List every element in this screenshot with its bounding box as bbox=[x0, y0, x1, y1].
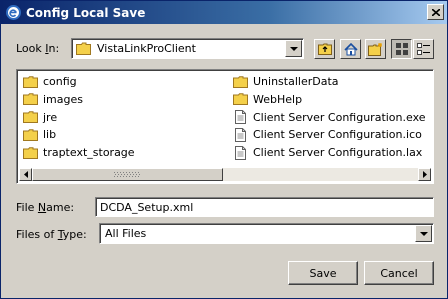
file-item[interactable]: Client Server Configuration.exe bbox=[232, 109, 426, 126]
cancel-button[interactable]: Cancel bbox=[364, 261, 434, 285]
file-list[interactable]: config images jre lib traptext_storage Uninst… bbox=[16, 69, 434, 184]
folder-icon bbox=[22, 75, 38, 89]
arrow-right-icon bbox=[422, 171, 427, 178]
item-label: traptext_storage bbox=[43, 146, 135, 160]
item-label: lib bbox=[43, 128, 57, 142]
item-label: config bbox=[43, 75, 77, 88]
file-icon bbox=[232, 110, 248, 125]
item-label: images bbox=[43, 92, 83, 106]
scroll-right-button[interactable] bbox=[418, 168, 431, 181]
up-one-level-button[interactable] bbox=[314, 39, 335, 59]
folder-icon bbox=[22, 128, 38, 142]
file-name-input[interactable] bbox=[95, 197, 434, 217]
close-icon bbox=[431, 8, 440, 16]
title-bar[interactable]: Config Local Save bbox=[1, 1, 447, 24]
item-label: Client Server Configuration.exe bbox=[253, 110, 426, 124]
close-button[interactable] bbox=[427, 4, 444, 20]
folder-item[interactable]: images bbox=[22, 91, 83, 108]
window-title: Config Local Save bbox=[26, 5, 146, 20]
folder-item[interactable]: UninstallerData bbox=[232, 73, 339, 90]
file-icon bbox=[232, 145, 248, 160]
details-view-icon bbox=[417, 43, 430, 55]
folder-item[interactable]: WebHelp bbox=[232, 91, 302, 108]
file-item[interactable]: Client Server Configuration.ico bbox=[232, 126, 422, 143]
folder-icon bbox=[22, 92, 38, 106]
arrow-left-icon bbox=[23, 171, 28, 178]
folder-item[interactable]: jre bbox=[22, 109, 57, 126]
file-type-label: Files of Type: bbox=[16, 228, 87, 241]
new-folder-button[interactable] bbox=[365, 39, 386, 59]
up-folder-icon bbox=[317, 43, 332, 55]
folder-icon bbox=[22, 110, 38, 124]
home-icon bbox=[343, 42, 358, 55]
app-icon bbox=[6, 5, 21, 20]
file-type-value: All Files bbox=[105, 227, 147, 240]
folder-icon bbox=[76, 42, 91, 55]
item-label: Client Server Configuration.ico bbox=[253, 128, 422, 142]
file-name-label: File Name: bbox=[16, 201, 75, 214]
folder-icon bbox=[232, 75, 248, 89]
chevron-down-icon[interactable] bbox=[415, 225, 432, 242]
item-label: jre bbox=[43, 110, 58, 124]
grip-icon bbox=[113, 172, 140, 177]
list-view-button[interactable] bbox=[391, 39, 412, 59]
file-item[interactable]: Client Server Configuration.lax bbox=[232, 144, 422, 161]
details-view-button[interactable] bbox=[413, 39, 434, 59]
chevron-down-icon[interactable] bbox=[285, 40, 302, 57]
item-label: WebHelp bbox=[253, 92, 303, 106]
folder-item[interactable]: traptext_storage bbox=[22, 144, 135, 161]
file-type-dropdown[interactable]: All Files bbox=[99, 223, 434, 244]
look-in-value: VistaLinkProClient bbox=[97, 42, 196, 55]
item-label: Client Server Configuration.lax bbox=[253, 146, 423, 160]
new-folder-icon bbox=[368, 42, 382, 56]
item-label: UninstallerData bbox=[253, 75, 339, 88]
scroll-thumb[interactable] bbox=[32, 168, 223, 181]
folder-item[interactable]: config bbox=[22, 73, 77, 90]
save-dialog: Config Local Save Look In: VistaLinkProC… bbox=[0, 0, 448, 299]
horizontal-scrollbar[interactable] bbox=[19, 168, 431, 181]
list-view-icon bbox=[395, 43, 408, 55]
folder-icon bbox=[22, 146, 38, 160]
home-button[interactable] bbox=[340, 39, 361, 59]
folder-icon bbox=[232, 92, 248, 106]
folder-item[interactable]: lib bbox=[22, 126, 56, 143]
look-in-dropdown[interactable]: VistaLinkProClient bbox=[71, 38, 304, 59]
look-in-label: Look In: bbox=[16, 42, 60, 55]
scroll-left-button[interactable] bbox=[19, 168, 32, 181]
file-icon bbox=[232, 127, 248, 142]
save-button[interactable]: Save bbox=[288, 261, 358, 285]
